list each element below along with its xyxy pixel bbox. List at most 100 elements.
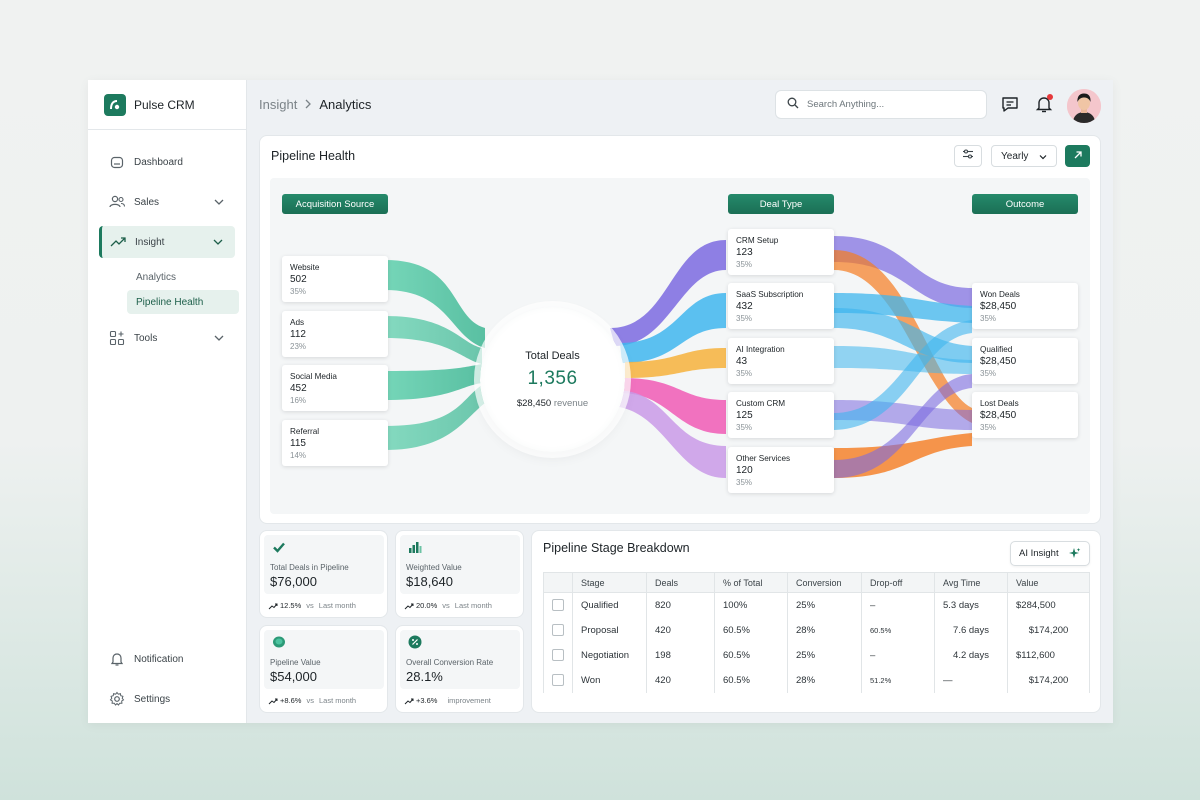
node-value: 115 [290, 438, 306, 449]
breadcrumb: Insight Analytics [259, 97, 371, 112]
sidebar-item-insight[interactable]: Insight [99, 226, 235, 258]
sidebar-subitem-label: Pipeline Health [136, 296, 204, 308]
stat-card-pipeline-value: Pipeline Value $54,000 +8.6% vs Last month [259, 625, 388, 713]
source-node-ads[interactable]: Ads 112 23% [282, 311, 388, 357]
table-cell: 25% [787, 592, 862, 618]
trend-up-icon [404, 603, 414, 609]
expand-button[interactable] [1065, 145, 1090, 167]
chevron-down-icon [214, 335, 224, 341]
sidebar-item-label: Settings [134, 693, 171, 705]
table-header-select [543, 572, 573, 593]
sidebar-item-label: Tools [134, 332, 158, 344]
table-row[interactable]: Won 420 60.5% 28% 51.2% — $174,200 [543, 667, 1090, 693]
node-label: Custom CRM [736, 399, 786, 408]
source-node-website[interactable]: Website 502 35% [282, 256, 388, 302]
stat-label: Total Deals in Pipeline [270, 563, 349, 572]
avatar[interactable] [1067, 89, 1101, 123]
table-cell: Proposal [572, 617, 647, 643]
row-checkbox[interactable] [552, 674, 564, 686]
arrow-up-right-icon [1073, 147, 1083, 165]
table-header[interactable]: Avg Time [934, 572, 1008, 593]
chat-icon[interactable] [999, 93, 1021, 115]
node-percent: 35% [980, 423, 997, 432]
sidebar-item-label: Dashboard [134, 156, 183, 168]
flow-social [385, 364, 482, 400]
stat-change: 20.0% vs Last month [404, 601, 492, 610]
node-percent: 35% [736, 423, 753, 432]
brand[interactable]: Pulse CRM [104, 94, 195, 116]
node-percent: 35% [736, 314, 753, 323]
total-deals-circle: Total Deals 1,356 $28,450 revenue [480, 307, 625, 452]
node-percent: 35% [736, 478, 753, 487]
table-cell: $284,500 [1007, 592, 1090, 618]
deal-node-custom-crm[interactable]: Custom CRM 125 35% [728, 392, 834, 438]
node-value: 112 [290, 329, 306, 340]
table-header[interactable]: Drop-off [861, 572, 935, 593]
table-row[interactable]: Qualified 820 100% 25% – 5.3 days $284,5… [543, 592, 1090, 618]
chevron-down-icon [1039, 155, 1047, 160]
table-row[interactable]: Proposal 420 60.5% 28% 60.5% 7.6 days $1… [543, 617, 1090, 643]
search-box[interactable] [775, 90, 987, 119]
sidebar-item-settings[interactable]: Settings [100, 683, 236, 715]
period-select[interactable]: Yearly [991, 145, 1057, 167]
stat-value: $54,000 [270, 669, 317, 684]
table-cell: 820 [646, 592, 715, 618]
table-cell: – [861, 642, 935, 668]
source-node-social-media[interactable]: Social Media 452 16% [282, 365, 388, 411]
card-title: Pipeline Stage Breakdown [543, 541, 690, 555]
sidebar-item-tools[interactable]: Tools [100, 322, 236, 354]
table-cell: — [934, 667, 1008, 693]
column-header-deal-type: Deal Type [728, 194, 834, 214]
node-value: 502 [290, 274, 307, 285]
outcome-node-lost-deals[interactable]: Lost Deals $28,450 35% [972, 392, 1078, 438]
node-label: Referral [290, 427, 320, 436]
deal-node-other-services[interactable]: Other Services 120 35% [728, 447, 834, 493]
node-label: Lost Deals [980, 399, 1019, 408]
deal-node-crm-setup[interactable]: CRM Setup 123 35% [728, 229, 834, 275]
search-input[interactable] [807, 99, 967, 110]
outcome-node-qualified[interactable]: Qualified $28,450 35% [972, 338, 1078, 384]
deal-node-ai-integration[interactable]: AI Integration 43 35% [728, 338, 834, 384]
row-checkbox[interactable] [552, 599, 564, 612]
home-icon [108, 153, 126, 171]
breadcrumb-item-insight[interactable]: Insight [259, 97, 297, 112]
table-header[interactable]: Stage [572, 572, 647, 593]
node-label: CRM Setup [736, 236, 779, 245]
node-label: Social Media [290, 372, 337, 381]
sidebar-item-label: Sales [134, 196, 160, 208]
table-cell: 100% [714, 592, 788, 618]
pulse-logo-icon [104, 94, 126, 116]
table-header[interactable]: Value [1007, 572, 1090, 593]
filter-button[interactable] [954, 145, 982, 167]
table-row[interactable]: Negotiation 198 60.5% 25% – 4.2 days $11… [543, 642, 1090, 668]
ai-insight-button[interactable]: AI Insight [1010, 541, 1090, 566]
table-header[interactable]: Deals [646, 572, 715, 593]
stat-card-conversion-rate: Overall Conversion Rate 28.1% +3.6% impro… [395, 625, 524, 713]
sankey-flows [385, 236, 972, 478]
sidebar-item-sales[interactable]: Sales [100, 186, 236, 218]
source-node-referral[interactable]: Referral 115 14% [282, 420, 388, 466]
card-title: Pipeline Health [271, 149, 356, 163]
table-cell: – [861, 592, 935, 618]
node-percent: 35% [736, 369, 753, 378]
sidebar-item-notification[interactable]: Notification [100, 643, 236, 675]
bell-icon[interactable] [1033, 93, 1055, 115]
stat-value: $76,000 [270, 574, 317, 589]
sliders-icon [962, 147, 974, 165]
table-cell: $112,600 [1007, 642, 1090, 668]
stat-card-total-deals: Total Deals in Pipeline $76,000 12.5% vs L… [259, 530, 388, 618]
row-checkbox[interactable] [552, 624, 564, 636]
sidebar-subitem-analytics[interactable]: Analytics [127, 265, 239, 289]
chevron-down-icon [213, 239, 223, 245]
sidebar-subitem-pipeline-health[interactable]: Pipeline Health [127, 290, 239, 314]
stat-change: 12.5% vs Last month [268, 601, 356, 610]
column-header-acquisition-source: Acquisition Source [282, 194, 388, 214]
table-header[interactable]: % of Total [714, 572, 788, 593]
sidebar-item-dashboard[interactable]: Dashboard [100, 146, 236, 178]
total-revenue: $28,450 revenue [516, 398, 589, 409]
row-checkbox[interactable] [552, 649, 564, 661]
table-cell: 60.5% [714, 617, 788, 643]
table-header[interactable]: Conversion [787, 572, 862, 593]
outcome-node-won-deals[interactable]: Won Deals $28,450 35% [972, 283, 1078, 329]
deal-node-saas-subscription[interactable]: SaaS Subscription 432 35% [728, 283, 834, 329]
